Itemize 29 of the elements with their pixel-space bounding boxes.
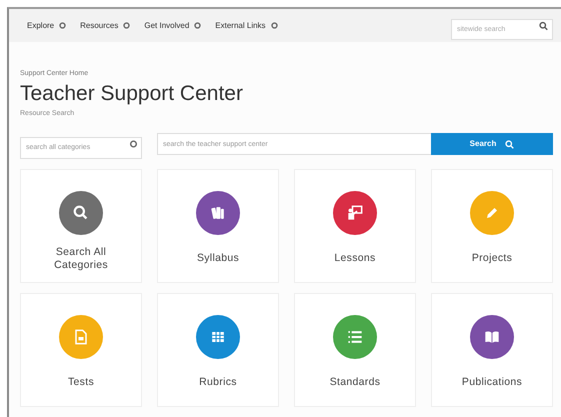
category-card[interactable]: Search All Categories [20,169,142,284]
category-label: Lessons [334,252,376,266]
dropdown-icon [194,22,202,29]
category-card[interactable]: Publications [431,293,553,408]
dropdown-icon [123,22,130,29]
category-card[interactable]: Standards [294,293,416,408]
search-button[interactable]: Search [431,133,553,156]
category-label: Syllabus [196,252,240,266]
category-card[interactable]: Projects [431,169,553,284]
search-icon [539,21,548,30]
search-icon [505,140,514,149]
category-label: Publications [462,376,522,390]
nav-menu-link[interactable]: Resources [80,20,130,32]
category-label: Search All Categories [53,246,109,272]
category-card[interactable]: Rubrics [157,293,279,408]
category-label: Standards [330,376,380,390]
dropdown-icon [59,22,66,29]
category-label: Projects [472,252,512,266]
page-title: Teacher Support Center [20,80,244,106]
category-label: Rubrics [199,376,237,390]
category-card[interactable]: Syllabus [157,169,279,284]
nav-menu-link[interactable]: External Links [215,20,278,32]
nav-menu-link[interactable]: Explore [27,20,66,32]
nav-menu-link[interactable]: Get Involved [144,20,202,32]
dropdown-icon [130,140,137,148]
category-card[interactable]: Lessons [294,169,416,284]
category-card[interactable]: Tests [20,293,142,408]
category-label: Tests [68,376,94,390]
dropdown-icon [270,22,278,29]
